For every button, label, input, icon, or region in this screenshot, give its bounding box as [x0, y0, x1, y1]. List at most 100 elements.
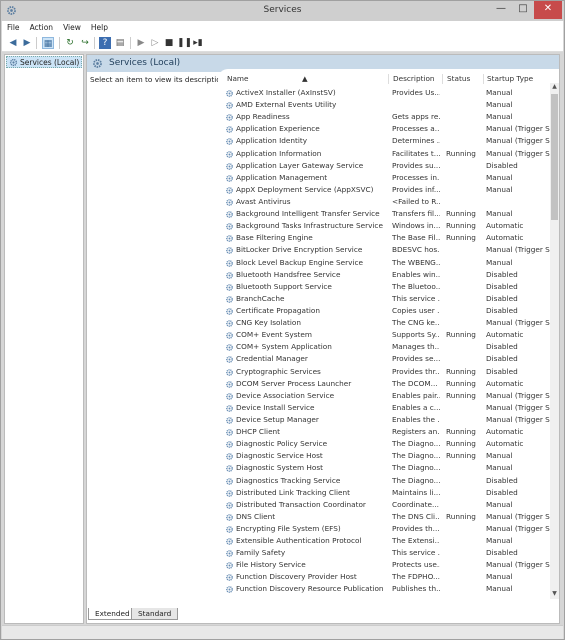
service-description: Processes a...: [392, 124, 440, 134]
service-gear-icon: [226, 332, 233, 340]
menu-file[interactable]: File: [2, 21, 25, 32]
restart-service-icon[interactable]: ▸▮: [192, 37, 204, 49]
table-row[interactable]: Application Information Facilitates t... R…: [218, 148, 552, 160]
table-row[interactable]: Base Filtering Engine The Base Fil... Runn…: [218, 232, 551, 244]
table-row[interactable]: Avast Antivirus <Failed to R...: [218, 196, 551, 208]
start-service-icon[interactable]: ▶: [135, 37, 147, 49]
scroll-up-icon[interactable]: ▲: [550, 83, 559, 92]
service-description: Coordinate...: [392, 499, 439, 509]
table-row[interactable]: Extensible Authentication Protocol The Ex…: [218, 535, 551, 547]
table-row[interactable]: BranchCache This service ... Disabled: [218, 293, 551, 305]
column-header-status[interactable]: Status: [447, 74, 470, 83]
service-description: Manages th...: [392, 342, 440, 352]
table-row[interactable]: Device Association Service Enables pair..…: [218, 390, 552, 402]
properties-icon[interactable]: ▤: [114, 37, 126, 49]
menu-help[interactable]: Help: [86, 21, 113, 32]
service-status: Running: [446, 378, 476, 388]
column-header-description[interactable]: Description: [393, 74, 435, 83]
service-startup-type: Manual (Trigger S...: [486, 318, 552, 328]
scrollbar-thumb[interactable]: [551, 94, 558, 220]
maximize-button[interactable]: □: [512, 1, 534, 19]
minimize-button[interactable]: —: [490, 1, 512, 19]
table-row[interactable]: Encrypting File System (EFS) Provides th.…: [218, 523, 552, 535]
table-row[interactable]: ActiveX Installer (AxInstSV) Provides Us.…: [218, 87, 551, 99]
table-row[interactable]: Distributed Transaction Coordinator Coord…: [218, 499, 551, 511]
table-row[interactable]: Distributed Link Tracking Client Maintain…: [218, 487, 551, 499]
show-hide-console-tree-icon[interactable]: ▦: [42, 37, 54, 49]
service-name: DHCP Client: [236, 427, 281, 437]
vertical-scrollbar[interactable]: ▲ ▼: [550, 83, 559, 599]
table-row[interactable]: Diagnostic Policy Service The Diagno... Ru…: [218, 438, 551, 450]
table-row[interactable]: Cryptographic Services Provides thr... Run…: [218, 366, 551, 378]
table-row[interactable]: Background Intelligent Transfer Service T…: [218, 208, 551, 220]
stop-service-icon[interactable]: ■: [163, 37, 175, 49]
menu-action[interactable]: Action: [25, 21, 59, 32]
table-row[interactable]: Background Tasks Infrastructure Service W…: [218, 220, 551, 232]
table-row[interactable]: CNG Key Isolation The CNG ke... Manual (Tr…: [218, 317, 552, 329]
services-gear-icon: [9, 58, 18, 67]
table-row[interactable]: App Readiness Gets apps re... Manual: [218, 111, 551, 123]
table-row[interactable]: Bluetooth Support Service The Bluetoo... D…: [218, 281, 551, 293]
table-row[interactable]: Credential Manager Provides se... Disabled: [218, 353, 551, 365]
scroll-down-icon[interactable]: ▼: [550, 590, 559, 599]
service-name: Device Setup Manager: [236, 414, 319, 424]
table-row[interactable]: Block Level Backup Engine Service The WBE…: [218, 257, 551, 269]
table-row[interactable]: Application Management Processes in... Man…: [218, 172, 551, 184]
close-button[interactable]: ✕: [534, 1, 562, 19]
service-description: <Failed to R...: [392, 196, 440, 206]
table-row[interactable]: Function Discovery Resource Publication P…: [218, 583, 551, 595]
service-name: Block Level Backup Engine Service: [236, 257, 363, 267]
table-row[interactable]: DCOM Server Process Launcher The DCOM... R…: [218, 378, 551, 390]
table-row[interactable]: File History Service Protects use... Manua…: [218, 559, 552, 571]
table-row[interactable]: Function Discovery Provider Host The FDPH…: [218, 571, 551, 583]
service-name: ActiveX Installer (AxInstSV): [236, 88, 336, 97]
table-row[interactable]: AMD External Events Utility Manual: [218, 99, 551, 111]
table-row[interactable]: Diagnostics Tracking Service The Diagno..…: [218, 475, 551, 487]
service-description: Registers an...: [392, 427, 440, 437]
service-startup-type: Manual: [486, 572, 513, 582]
column-header-name[interactable]: Name: [227, 74, 249, 83]
services-pane: Services (Local) Select an item to view …: [86, 54, 560, 624]
service-gear-icon: [226, 526, 233, 533]
title-bar[interactable]: Services — □ ✕: [1, 1, 564, 21]
table-row[interactable]: Application Layer Gateway Service Provide…: [218, 160, 551, 172]
tab-standard[interactable]: Standard: [131, 608, 179, 620]
column-header-startup-type[interactable]: Startup Type: [487, 74, 533, 83]
table-row[interactable]: COM+ System Application Manages th... Disa…: [218, 341, 551, 353]
table-row[interactable]: Diagnostic Service Host The Diagno... Runn…: [218, 450, 551, 462]
service-description: Provides th...: [392, 523, 440, 533]
table-row[interactable]: Device Install Service Enables a c... Manu…: [218, 402, 552, 414]
service-gear-icon: [226, 477, 233, 485]
service-status: Running: [446, 366, 476, 376]
table-row[interactable]: Family Safety This service ... Disabled: [218, 547, 551, 559]
table-row[interactable]: BitLocker Drive Encryption Service BDESVC…: [218, 244, 552, 256]
table-row[interactable]: Certificate Propagation Copies user ... Di…: [218, 305, 551, 317]
tab-extended[interactable]: Extended: [88, 608, 137, 620]
menu-view[interactable]: View: [58, 21, 86, 32]
service-name: Diagnostic Service Host: [236, 451, 323, 461]
service-name: Application Information: [236, 148, 322, 158]
table-row[interactable]: DHCP Client Registers an... Running Automat…: [218, 426, 551, 438]
service-gear-icon: [226, 404, 233, 412]
table-row[interactable]: Device Setup Manager Enables the ... Manua…: [218, 414, 552, 426]
table-row[interactable]: Application Identity Determines ... Manual…: [218, 135, 552, 147]
table-row[interactable]: AppX Deployment Service (AppXSVC) Provide…: [218, 184, 551, 196]
service-description: Copies user ...: [392, 305, 440, 315]
tree-node-services-local[interactable]: Services (Local): [6, 56, 82, 68]
export-list-icon[interactable]: ↪: [79, 37, 91, 49]
table-row[interactable]: DNS Client The DNS Cli... Running Manual (T…: [218, 511, 552, 523]
refresh-icon[interactable]: ↻: [64, 37, 76, 49]
start-service-alt-icon[interactable]: ▷: [149, 37, 161, 49]
table-row[interactable]: Application Experience Processes a... Manu…: [218, 123, 552, 135]
service-startup-type: Automatic: [486, 330, 524, 340]
table-row[interactable]: Bluetooth Handsfree Service Enables win..…: [218, 269, 551, 281]
service-name: Distributed Link Tracking Client: [236, 487, 350, 497]
service-gear-icon: [226, 162, 233, 170]
forward-arrow-icon[interactable]: ▶: [21, 37, 33, 49]
help-icon[interactable]: ?: [99, 37, 111, 49]
back-arrow-icon[interactable]: ◀: [7, 37, 19, 49]
service-startup-type: Manual (Trigger S...: [486, 148, 552, 158]
table-row[interactable]: COM+ Event System Supports Sy... Running Au…: [218, 329, 551, 341]
table-row[interactable]: Diagnostic System Host The Diagno... Manua…: [218, 462, 551, 474]
pause-service-icon[interactable]: ❚❚: [177, 37, 192, 49]
